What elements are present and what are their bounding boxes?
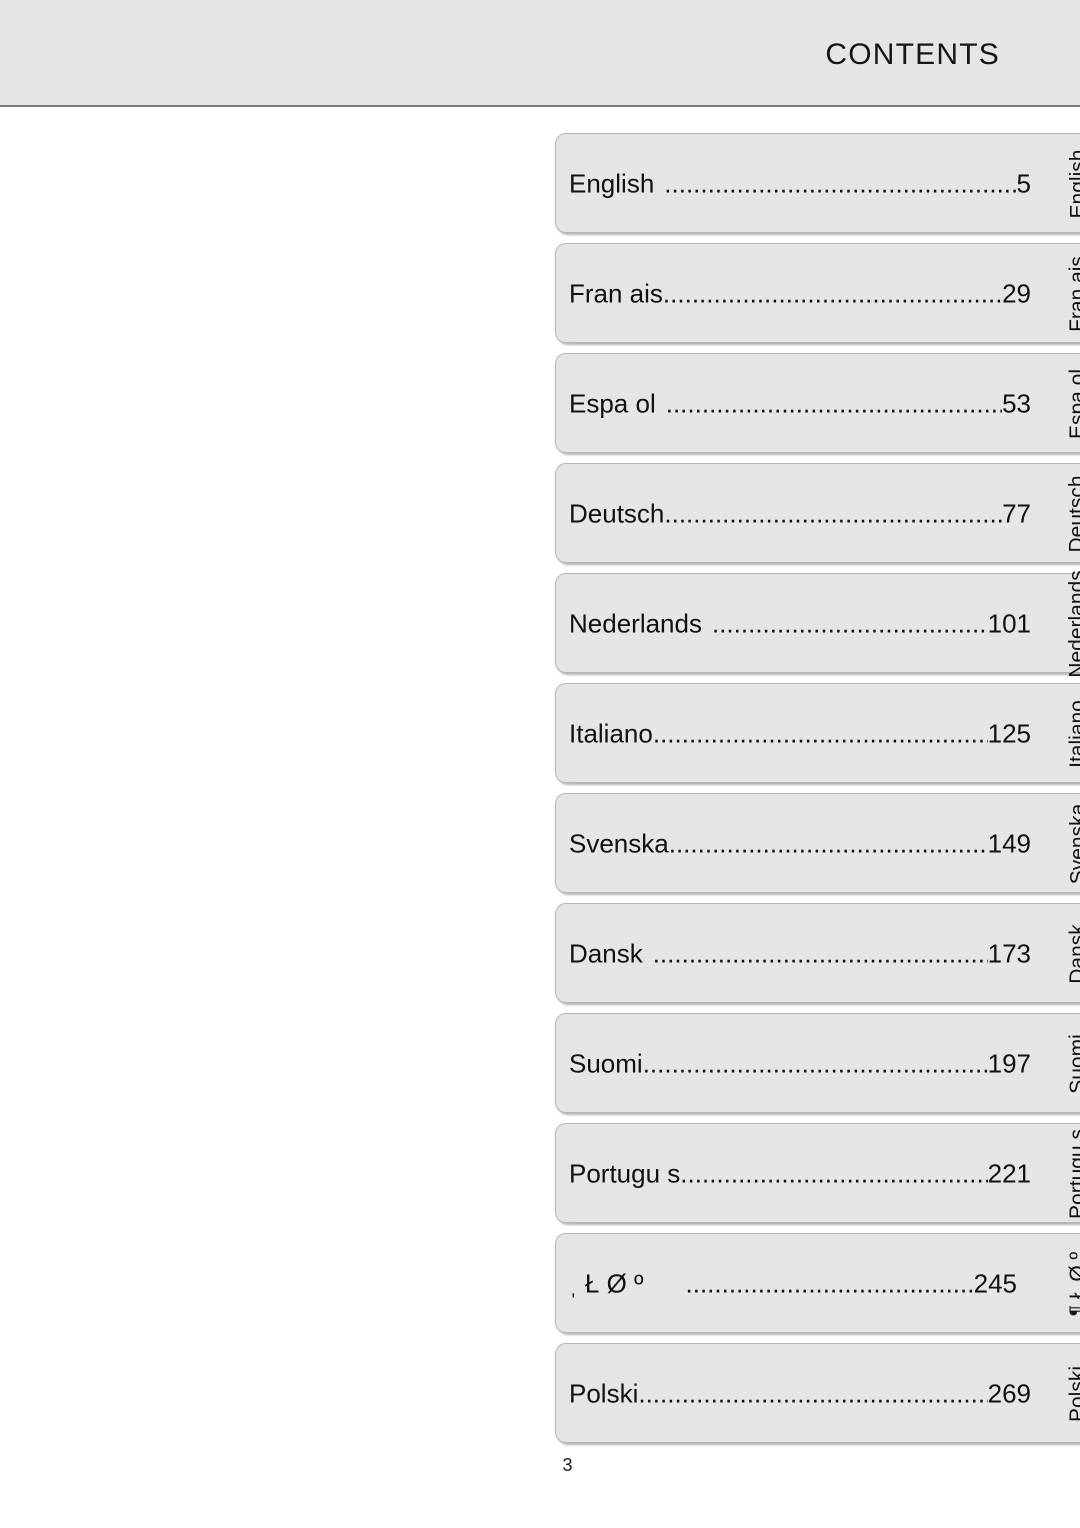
toc-side-tab-label: ¶ Ł Ø º xyxy=(1066,1252,1080,1316)
toc-side-tab: Dansk xyxy=(1061,904,1080,1004)
toc-entry-line: Polski..................................… xyxy=(569,1379,1031,1410)
toc-entry[interactable]: Nederlands..............................… xyxy=(555,570,1080,678)
toc-entry[interactable]: Dansk...................................… xyxy=(555,903,1080,1003)
toc-entry[interactable]: Svenska.................................… xyxy=(555,793,1080,893)
toc-dot-leader: ........................................… xyxy=(668,828,988,859)
page-number: 3 xyxy=(562,1455,573,1475)
toc-side-tab: Fran ais xyxy=(1061,244,1080,344)
toc-entry-page-number: 77 xyxy=(1002,498,1031,529)
toc-entry-label: Dansk xyxy=(569,938,643,969)
toc-entry-label: Suomi xyxy=(569,1048,643,1079)
toc-dot-leader: ........................................… xyxy=(685,1268,974,1299)
page-title: CONTENTS xyxy=(825,38,1000,71)
page-footer: 3 xyxy=(0,1455,1080,1476)
toc-side-tab: Deutsch xyxy=(1061,464,1080,564)
toc-side-tab-label: Dansk xyxy=(1066,924,1080,984)
toc-entry-label: Nederlands xyxy=(569,608,702,639)
toc-entry-page-number: 245 xyxy=(973,1268,1017,1299)
toc-entry-label: English xyxy=(569,168,655,199)
toc-entry-label: Espa ol xyxy=(569,388,656,419)
toc-entry-page-number: 149 xyxy=(987,828,1031,859)
toc-side-tab: Suomi xyxy=(1061,1014,1080,1114)
table-of-contents: English.................................… xyxy=(555,133,1080,1453)
toc-entry[interactable]: Espa ol.................................… xyxy=(555,353,1080,453)
toc-entry-line: ˌ Ł Ø º.................................… xyxy=(569,1269,1031,1300)
toc-side-tab-label: Fran ais xyxy=(1066,256,1080,332)
toc-side-tab: Polski xyxy=(1061,1344,1080,1444)
toc-side-tab-label: Italiano xyxy=(1066,700,1080,768)
toc-entry-line: Espa ol.................................… xyxy=(569,389,1031,420)
toc-entry-page-number: 221 xyxy=(987,1158,1031,1189)
toc-dot-leader: ........................................… xyxy=(664,498,1003,529)
toc-entry-label: Portugu s xyxy=(569,1158,681,1189)
toc-entry[interactable]: Portugu s...............................… xyxy=(555,1123,1080,1223)
toc-side-tab: Portugu s xyxy=(1061,1124,1080,1224)
toc-dot-leader: ........................................… xyxy=(662,278,1003,309)
toc-side-tab-label: Nederlands xyxy=(1066,570,1080,678)
toc-entry[interactable]: English.................................… xyxy=(555,133,1080,233)
toc-entry[interactable]: Fran ais................................… xyxy=(555,243,1080,343)
toc-entry-line: Portugu s...............................… xyxy=(569,1159,1031,1190)
toc-entry[interactable]: ˌ Ł Ø º.................................… xyxy=(555,1233,1080,1333)
toc-entry-page-number: 53 xyxy=(1002,388,1031,419)
toc-side-tab: ¶ Ł Ø º xyxy=(1061,1234,1080,1334)
toc-entry-line: English.................................… xyxy=(569,169,1031,200)
toc-side-tab-label: Polski xyxy=(1066,1365,1080,1423)
toc-entry-label: Polski xyxy=(569,1378,639,1409)
toc-side-tab-label: Portugu s xyxy=(1066,1129,1080,1219)
toc-entry-page-number: 269 xyxy=(987,1378,1031,1409)
toc-side-tab-label: Svenska xyxy=(1066,803,1080,885)
toc-side-tab: Svenska xyxy=(1061,794,1080,894)
toc-dot-leader: ........................................… xyxy=(665,388,1003,419)
toc-entry-page-number: 5 xyxy=(1016,168,1031,199)
toc-entry-page-number: 197 xyxy=(987,1048,1031,1079)
toc-entry-line: Svenska.................................… xyxy=(569,829,1031,860)
toc-entry-line: Fran ais................................… xyxy=(569,279,1031,310)
toc-dot-leader: ........................................… xyxy=(652,718,988,749)
toc-side-tab: English xyxy=(1061,134,1080,234)
toc-dot-leader: ........................................… xyxy=(680,1158,987,1189)
toc-entry-label: Svenska xyxy=(569,828,669,859)
toc-entry-line: Suomi...................................… xyxy=(569,1049,1031,1080)
toc-entry-line: Nederlands..............................… xyxy=(569,609,1031,640)
toc-entry[interactable]: Italiano................................… xyxy=(555,683,1080,783)
toc-dot-leader: ........................................… xyxy=(638,1378,987,1409)
toc-entry-label: Fran ais xyxy=(569,278,663,309)
toc-entry-page-number: 29 xyxy=(1002,278,1031,309)
toc-entry-page-number: 101 xyxy=(987,608,1031,639)
toc-entry-label: Italiano xyxy=(569,718,653,749)
toc-entry[interactable]: Polski..................................… xyxy=(555,1343,1080,1443)
toc-dot-leader: ........................................… xyxy=(652,938,988,969)
toc-entry-page-number: 125 xyxy=(987,718,1031,749)
toc-entry-line: Dansk...................................… xyxy=(569,939,1031,970)
toc-side-tab: Espa ol xyxy=(1061,354,1080,454)
toc-entry[interactable]: Deutsch.................................… xyxy=(555,463,1080,563)
toc-side-tab-label: English xyxy=(1066,149,1080,219)
toc-entry-line: Italiano................................… xyxy=(569,719,1031,750)
page-header: CONTENTS xyxy=(0,0,1080,107)
toc-side-tab-label: Espa ol xyxy=(1066,368,1080,440)
toc-side-tab: Italiano xyxy=(1061,684,1080,784)
toc-entry-page-number: 173 xyxy=(987,938,1031,969)
toc-dot-leader: ........................................… xyxy=(664,168,1016,199)
toc-side-tab: Nederlands xyxy=(1061,570,1080,677)
toc-side-tab-label: Deutsch xyxy=(1066,475,1080,553)
toc-entry-label: Deutsch xyxy=(569,498,665,529)
toc-side-tab-label: Suomi xyxy=(1066,1034,1080,1094)
toc-entry[interactable]: Suomi...................................… xyxy=(555,1013,1080,1113)
toc-entry-label: ˌ Ł Ø º xyxy=(569,1268,644,1299)
toc-dot-leader: ........................................… xyxy=(642,1048,988,1079)
toc-dot-leader: ........................................… xyxy=(711,608,988,639)
toc-entry-line: Deutsch.................................… xyxy=(569,499,1031,530)
